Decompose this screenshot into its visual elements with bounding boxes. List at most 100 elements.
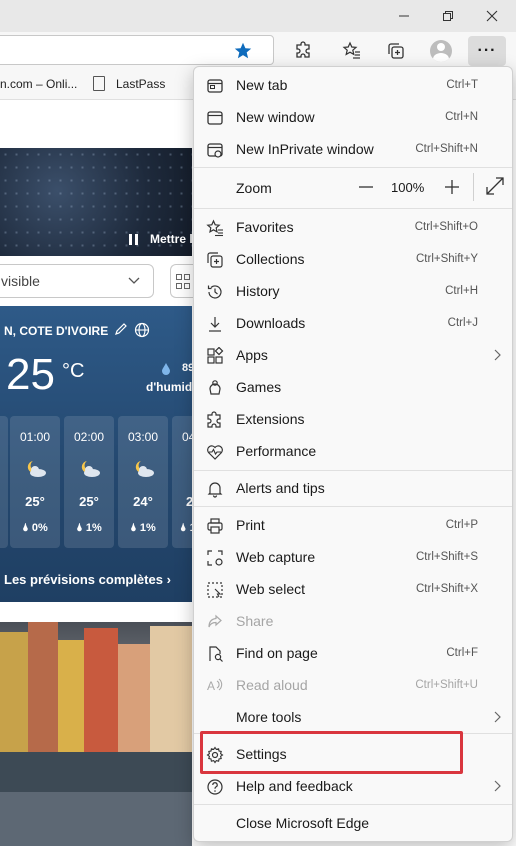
menu-divider <box>194 506 512 507</box>
menu-item-close-edge[interactable]: Close Microsoft Edge <box>194 807 514 839</box>
close-window-button[interactable] <box>472 0 512 32</box>
favorite-item[interactable]: n.com – Onli... <box>0 77 77 91</box>
menu-shortcut: Ctrl+F <box>446 647 478 659</box>
favorite-star-icon[interactable] <box>233 41 253 61</box>
visibility-dropdown[interactable]: visible <box>0 264 154 298</box>
extensions-toolbar-button[interactable] <box>293 40 315 62</box>
menu-label: Apps <box>236 347 268 363</box>
profile-avatar[interactable] <box>430 40 452 62</box>
settings-and-more-button[interactable]: ··· <box>468 36 506 66</box>
weather-temperature: 25 <box>6 350 55 399</box>
hourly-forecast[interactable]: 04 2 🌢 1 <box>172 416 192 548</box>
hourly-forecast[interactable]: 01:00 25° 🌢 0% <box>10 416 60 548</box>
menu-item-new-inprivate-window[interactable]: New InPrivate window Ctrl+Shift+N <box>194 133 514 165</box>
menu-label: History <box>236 283 280 299</box>
printer-icon <box>207 518 223 534</box>
menu-label: Share <box>236 613 274 629</box>
partly-cloudy-night-icon <box>81 461 100 477</box>
hour-precip: 🌢 0% <box>22 522 48 534</box>
zoom-label: Zoom <box>236 180 272 196</box>
svg-text:A: A <box>207 679 215 693</box>
menu-item-new-window[interactable]: New window Ctrl+N <box>194 101 514 133</box>
more-icon: ··· <box>477 42 497 59</box>
building <box>150 626 192 752</box>
menu-item-print[interactable]: Print Ctrl+P <box>194 509 514 541</box>
find-icon <box>209 646 223 662</box>
hour-time: 02:00 <box>73 430 105 444</box>
fullscreen-button[interactable] <box>484 175 506 197</box>
hourly-forecast[interactable]: 02:00 25° 🌢 1% <box>64 416 114 548</box>
collections-toolbar-button[interactable] <box>385 40 407 62</box>
menu-item-new-tab[interactable]: New tab Ctrl+T <box>194 69 514 101</box>
menu-label: More tools <box>236 709 302 725</box>
collections-icon <box>388 43 404 59</box>
restore-button[interactable] <box>428 0 468 32</box>
full-forecast-link[interactable]: Les prévisions complètes › <box>4 572 171 587</box>
menu-item-read-aloud[interactable]: A Read aloud Ctrl+Shift+U <box>194 669 514 701</box>
menu-item-extensions[interactable]: Extensions <box>194 403 514 435</box>
zoom-out-button[interactable] <box>354 175 378 199</box>
document-icon <box>93 76 105 91</box>
hour-temp: 24° <box>133 494 153 509</box>
weather-city: N, COTE D'IVOIRE <box>4 324 109 338</box>
grid-icon <box>176 274 182 280</box>
full-forecast-label: Les prévisions complètes <box>4 572 163 587</box>
grid-icon <box>176 283 182 289</box>
menu-item-performance[interactable]: Performance <box>194 435 514 467</box>
minimize-icon <box>399 15 409 17</box>
menu-item-apps[interactable]: Apps <box>194 339 514 371</box>
globe-icon[interactable] <box>134 322 150 338</box>
weather-card: N, COTE D'IVOIRE 25 °C 89 d'humidi 01:00… <box>0 306 192 602</box>
address-bar[interactable] <box>0 35 274 65</box>
menu-item-collections[interactable]: Collections Ctrl+Shift+Y <box>194 243 514 275</box>
building <box>0 632 28 752</box>
chevron-right-icon <box>494 711 501 723</box>
share-icon <box>208 614 222 628</box>
menu-item-games[interactable]: Games <box>194 371 514 403</box>
water <box>0 792 192 846</box>
pause-icon[interactable] <box>129 234 139 245</box>
menu-item-share[interactable]: Share <box>194 605 514 637</box>
menu-item-favorites[interactable]: Favorites Ctrl+Shift+O <box>194 211 514 243</box>
menu-item-web-select[interactable]: Web select Ctrl+Shift+X <box>194 573 514 605</box>
menu-item-alerts-and-tips[interactable]: Alerts and tips <box>194 472 514 504</box>
minimize-button[interactable] <box>384 0 424 32</box>
hour-temp: 2 <box>186 494 192 509</box>
hourly-forecast[interactable]: 03:00 24° 🌢 1% <box>118 416 168 548</box>
menu-item-web-capture[interactable]: Web capture Ctrl+Shift+S <box>194 541 514 573</box>
hour-precip-value: 1 <box>190 522 192 534</box>
favorites-icon <box>206 219 223 237</box>
hour-precip: 🌢 1% <box>76 522 102 534</box>
hourly-forecast[interactable] <box>0 416 8 548</box>
layout-grid-button[interactable] <box>170 264 194 298</box>
puzzle-icon <box>207 411 221 428</box>
menu-item-downloads[interactable]: Downloads Ctrl+J <box>194 307 514 339</box>
menu-label: Web capture <box>236 549 316 565</box>
apps-icon <box>207 347 224 364</box>
menu-label: Help and feedback <box>236 778 353 794</box>
games-icon <box>209 380 221 395</box>
menu-label: Close Microsoft Edge <box>236 815 370 831</box>
menu-shortcut: Ctrl+N <box>445 111 478 123</box>
menu-item-find-on-page[interactable]: Find on page Ctrl+F <box>194 637 514 669</box>
puzzle-icon <box>296 41 310 58</box>
menu-item-history[interactable]: History Ctrl+H <box>194 275 514 307</box>
favorites-toolbar-button[interactable] <box>341 40 363 62</box>
bell-icon <box>207 482 223 498</box>
favorite-item-lastpass[interactable]: LastPass <box>116 77 165 91</box>
pause-label[interactable]: Mettre l <box>150 232 192 246</box>
zoom-in-button[interactable] <box>440 175 464 199</box>
article-photo[interactable] <box>0 622 192 846</box>
hour-precip-value: 1% <box>139 522 156 534</box>
favorites-list-icon <box>342 41 360 59</box>
menu-label: Read aloud <box>236 677 308 693</box>
hour-temp: 25° <box>79 494 99 509</box>
download-icon <box>209 317 221 332</box>
menu-item-help-and-feedback[interactable]: Help and feedback <box>194 770 514 802</box>
grid-icon <box>184 274 190 280</box>
hero-image: Mettre l <box>0 148 192 256</box>
pencil-icon[interactable] <box>114 322 128 336</box>
menu-item-more-tools[interactable]: More tools <box>194 701 514 733</box>
menu-label: Alerts and tips <box>236 480 325 496</box>
hour-precip: 🌢 1 <box>180 522 192 535</box>
